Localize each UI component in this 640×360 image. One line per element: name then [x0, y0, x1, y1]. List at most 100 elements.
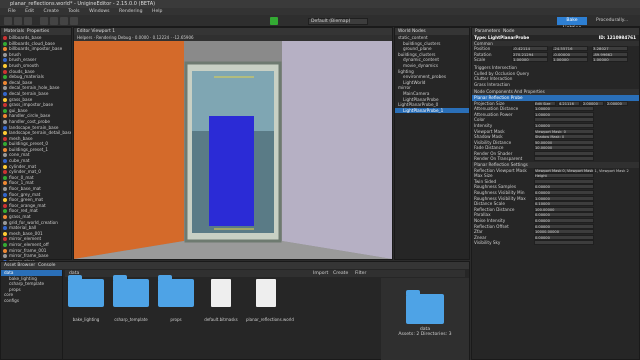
- param-value[interactable]: 0.00000: [534, 190, 594, 196]
- param-value[interactable]: 10.00000: [534, 145, 594, 151]
- material-icon: [3, 114, 7, 119]
- asset-tree-item[interactable]: configs: [1, 298, 62, 304]
- new-icon[interactable]: [4, 17, 12, 25]
- menu-edit[interactable]: Edit: [25, 9, 34, 14]
- asset-item[interactable]: csharp_template: [111, 275, 151, 322]
- menu-windows[interactable]: Windows: [89, 9, 110, 14]
- material-icon: [3, 248, 7, 253]
- checkbox-label: Triggers Intersection: [474, 64, 517, 70]
- checkbox-row[interactable]: Grass Interaction: [472, 82, 639, 88]
- param-row: Render On Transparent: [472, 156, 639, 162]
- param-value[interactable]: 1.00000: [534, 106, 594, 112]
- scale-x-field[interactable]: 1.00000: [512, 57, 548, 63]
- param-value[interactable]: 100.00000: [534, 206, 594, 212]
- rotation-y-field[interactable]: -0.00000: [552, 51, 588, 57]
- param-value[interactable]: [534, 156, 594, 162]
- menu-file[interactable]: File: [8, 9, 16, 14]
- param-value[interactable]: Viewport Mask: 0: [534, 128, 594, 134]
- material-icon: [3, 237, 7, 242]
- position-y-field[interactable]: -24.55716: [552, 46, 588, 52]
- bake-lighting-button[interactable]: Bake Lighting: [557, 17, 587, 31]
- material-label: grass_base: [9, 96, 33, 102]
- rotate-icon[interactable]: [60, 17, 68, 25]
- material-label: floor_red_mat: [9, 208, 38, 214]
- move-icon[interactable]: [50, 17, 58, 25]
- param-value[interactable]: 50.00000: [534, 139, 594, 145]
- materials-tab[interactable]: Materials Properties: [1, 28, 71, 35]
- scale-y-field[interactable]: 1.00000: [552, 57, 588, 63]
- asset-browser-tab[interactable]: Asset Browser Console: [1, 262, 469, 269]
- material-label: decal_base: [9, 79, 33, 85]
- position-z-field[interactable]: 3.28027: [592, 46, 628, 52]
- param-value[interactable]: [534, 178, 594, 184]
- camera-select[interactable]: Default (Biemap): [308, 18, 368, 25]
- asset-item[interactable]: bake_lighting: [66, 275, 106, 322]
- save-icon[interactable]: [24, 17, 32, 25]
- param-value[interactable]: 2.00000: [582, 100, 604, 106]
- folder-icon: [158, 275, 194, 307]
- scale-icon[interactable]: [70, 17, 78, 25]
- filter-button[interactable]: Filter: [355, 270, 366, 277]
- asset-item[interactable]: default.bitmasks: [201, 279, 241, 322]
- param-value[interactable]: Viewport Mask 0, Viewport Mask 1, Viewpo…: [534, 167, 629, 173]
- rendering-debug-menu[interactable]: Rendering Debug: [96, 35, 131, 40]
- param-label: Color: [474, 117, 485, 123]
- checkbox-label: Grass Interaction: [474, 81, 510, 87]
- param-value[interactable]: 0.00000: [534, 234, 594, 240]
- viewport-panel[interactable]: Editor Viewport 1 Helpers · Rendering De…: [73, 27, 393, 260]
- param-value[interactable]: 2.00000: [606, 100, 628, 106]
- param-value[interactable]: 1.00000: [534, 111, 594, 117]
- param-value[interactable]: 0.00000: [534, 212, 594, 218]
- open-icon[interactable]: [14, 17, 22, 25]
- param-value[interactable]: 0.00000: [534, 184, 594, 190]
- param-value[interactable]: 10000.00000: [534, 229, 594, 235]
- param-value[interactable]: Height: [534, 173, 594, 179]
- folder-icon: [113, 275, 149, 307]
- menu-create[interactable]: Create: [44, 9, 59, 14]
- scale-z-field[interactable]: 1.00000: [592, 57, 628, 63]
- material-icon: [3, 203, 7, 208]
- rotation-z-field[interactable]: -89.99662: [592, 51, 628, 57]
- param-label: Parallax: [474, 212, 491, 218]
- param-value[interactable]: 0.10000: [534, 201, 594, 207]
- param-value[interactable]: [534, 240, 594, 246]
- param-value[interactable]: 1.00000: [534, 122, 594, 128]
- material-label: billboards_impostor_base: [9, 46, 63, 52]
- param-value[interactable]: 1.00000: [534, 195, 594, 201]
- menu-help[interactable]: Help: [152, 9, 162, 14]
- world-nodes-tab[interactable]: World Nodes: [395, 28, 469, 35]
- world-nodes-panel: World Nodes static_content buildings_clus…: [394, 27, 470, 260]
- helpers-menu[interactable]: Helpers: [77, 35, 92, 40]
- scene-view[interactable]: [74, 41, 392, 259]
- param-value[interactable]: Shadow Mask: 0: [534, 134, 594, 140]
- world-node[interactable]: LightPlanarProbe_1: [395, 107, 469, 114]
- param-value[interactable]: 0.00000: [534, 223, 594, 229]
- param-value[interactable]: [534, 150, 594, 156]
- asset-item[interactable]: planar_reflections.world: [246, 279, 294, 322]
- param-label: Render On Shader: [474, 150, 513, 156]
- viewport-tab[interactable]: Editor Viewport 1: [74, 28, 392, 35]
- material-label: mirror_frame_001: [9, 247, 47, 253]
- asset-item[interactable]: props: [156, 275, 196, 322]
- material-label: floor_green_mat: [9, 197, 44, 203]
- create-button[interactable]: Create: [333, 270, 348, 277]
- material-icon: [3, 164, 7, 169]
- material-icon: [3, 215, 7, 219]
- param-value[interactable]: Edit Size: [534, 100, 556, 106]
- asset-tree-label: csharp_template: [9, 281, 45, 287]
- material-icon: [3, 69, 7, 74]
- menu-tools[interactable]: Tools: [68, 9, 79, 14]
- rotation-x-field[interactable]: 270.21294: [512, 51, 548, 57]
- param-value[interactable]: 0.00000: [534, 218, 594, 223]
- select-icon[interactable]: [40, 17, 48, 25]
- param-value[interactable]: 4.21116: [558, 100, 580, 106]
- play-icon[interactable]: [270, 17, 278, 25]
- param-value[interactable]: [534, 117, 594, 123]
- coord-z: -12.65906: [173, 35, 194, 40]
- position-x-field[interactable]: -0.42114: [512, 46, 548, 52]
- material-label: mesh_base: [9, 135, 33, 141]
- preview-info: Assets: 2 Directories: 3: [398, 332, 452, 337]
- menu-rendering[interactable]: Rendering: [119, 9, 142, 14]
- parameters-tab[interactable]: Parameters Node: [472, 28, 639, 35]
- import-button[interactable]: Import: [313, 270, 328, 277]
